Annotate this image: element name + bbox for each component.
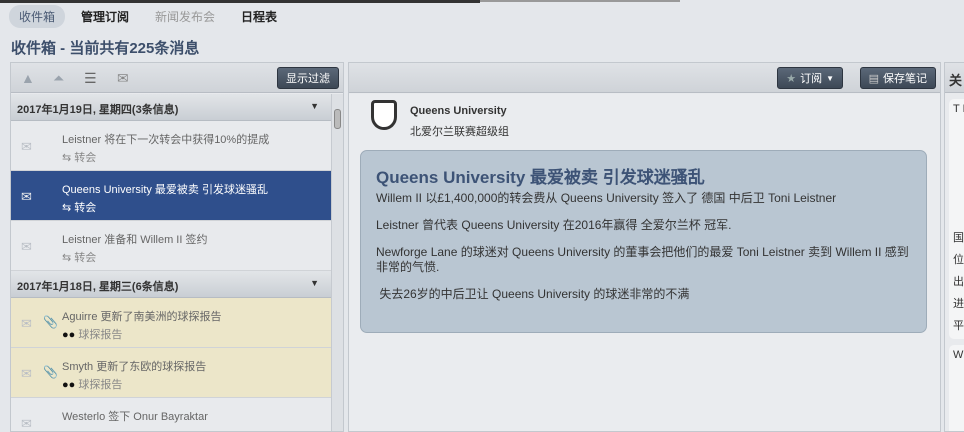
list-item[interactable]: ✉ Leistner 将在下一次转会中获得10%的提成 ⇆ 转会 [11,121,333,171]
subscribe-button[interactable]: ★ 订阅 ▼ [777,67,843,89]
info-label: 平 [953,320,964,332]
date-group-label: 2017年1月18日, 星期三(6条信息) [17,281,179,293]
double-arrow-up-icon[interactable]: ⏶ [53,70,64,87]
item-subject: Leistner 准备和 Willem II 签约 [62,234,208,246]
related-title: 关 [949,73,963,88]
transfer-icon: ⇆ [62,152,75,164]
league-name[interactable]: 北爱尔兰联赛超级组 [410,123,509,139]
item-category: ⇆ 转会 [62,152,97,164]
message-toolbar: ★ 订阅 ▼ ▤ 保存笔记 [349,63,940,93]
date-group-header[interactable]: 2017年1月19日, 星期四(3条信息) ▼ [11,94,333,121]
binoculars-icon: ●● [62,379,79,391]
item-category: ●● 球探报告 [62,379,123,391]
list-item[interactable]: ✉ 📎 Smyth 更新了东欧的球探报告 ●● 球探报告 [11,348,333,398]
item-category: ⇆ 转会 [62,252,97,264]
player-name: T L [953,103,964,115]
item-category: ⇆ 转会 [62,202,97,214]
collapse-arrow-icon[interactable]: ▼ [310,278,319,288]
list-item-selected[interactable]: ✉ Queens University 最爱被卖 引发球迷骚乱 ⇆ 转会 [11,171,333,221]
info-label: 出 [953,276,964,288]
news-paragraph: 失去26岁的中后卫让 Queens University 的球迷非常的不满 [376,287,690,301]
chevron-down-icon: ▼ [826,73,834,83]
news-paragraph: Newforge Lane 的球迷对 Queens University 的董事… [376,245,909,274]
date-group-label: 2017年1月19日, 星期四(3条信息) [17,104,179,116]
message-view-panel: ★ 订阅 ▼ ▤ 保存笔记 Queens University 北爱尔兰联赛超级组 Q… [348,62,941,432]
show-filter-button[interactable]: 显示过滤 [277,67,339,89]
star-icon: ★ [786,72,797,85]
binoculars-icon: ●● [62,329,79,341]
save-note-button[interactable]: ▤ 保存笔记 [859,67,936,89]
tab-inbox[interactable]: 收件箱 [9,5,66,28]
message-body: Queens University 北爱尔兰联赛超级组 Queens Unive… [349,94,940,431]
transfer-icon: ⇆ [62,252,75,264]
related-player-card[interactable]: T L 国 位 出 进 平 [949,99,964,339]
related-header: 关 [945,63,964,93]
top-bar-secondary [480,0,680,2]
tab-press-conference[interactable]: 新闻发布会 [145,5,225,28]
transfer-icon: ⇆ [62,202,75,214]
info-label: 位 [953,254,964,266]
club-name: Wi [953,349,964,361]
envelope-open-icon: ✉ [21,139,32,154]
collapse-arrow-icon[interactable]: ▼ [310,101,319,111]
item-subject: Westerlo 签下 Onur Bayraktar [62,411,208,423]
scrollbar-thumb[interactable] [334,109,341,129]
news-paragraph: Willem II 以£1,400,000的转会费从 Queens Univer… [376,191,837,205]
info-label: 进 [953,298,964,310]
news-headline: Queens University 最爱被卖 引发球迷骚乱 [376,168,705,187]
club-name[interactable]: Queens University [410,105,507,117]
item-subject: Queens University 最爱被卖 引发球迷骚乱 [62,184,268,196]
tab-bar: 收件箱 管理订阅 新闻发布会 日程表 [9,5,287,28]
related-club-card[interactable]: Wi [949,345,964,431]
message-list: 2017年1月19日, 星期四(3条信息) ▼ ✉ Leistner 将在下一次转会… [11,94,333,431]
item-subject: Smyth 更新了东欧的球探报告 [62,361,207,373]
arrow-up-icon[interactable]: ▲ [21,70,35,86]
envelope-open-icon: ✉ [21,239,32,254]
envelope-open-icon: ✉ [21,316,32,331]
item-category: ●● 球探报告 [62,329,123,341]
item-subject: Aguirre 更新了南美洲的球探报告 [62,311,222,323]
related-panel: 关 T L 国 位 出 进 平 Wi [944,62,964,432]
tab-schedule[interactable]: 日程表 [231,5,287,28]
list-item[interactable]: ✉ Westerlo 签下 Onur Bayraktar [11,398,333,431]
top-bar [0,0,480,3]
list-item[interactable]: ✉ 📎 Aguirre 更新了南美洲的球探报告 ●● 球探报告 [11,298,333,348]
attachment-icon: 📎 [43,315,58,329]
message-list-panel: ▲ ⏶ ☰ ✉ 显示过滤 2017年1月19日, 星期四(3条信息) ▼ ✉ Lei… [10,62,344,432]
info-label: 国 [953,232,964,244]
envelope-open-icon: ✉ [21,366,32,381]
list-toolbar: ▲ ⏶ ☰ ✉ 显示过滤 [11,63,343,93]
club-crest-icon [371,100,397,130]
attachment-icon: 📎 [43,365,58,379]
tab-manage-subscriptions[interactable]: 管理订阅 [71,5,139,28]
select-all-icon[interactable]: ☰ [84,70,97,87]
news-bubble: Queens University 最爱被卖 引发球迷骚乱 Willem II … [360,150,927,333]
news-paragraph: Leistner 曾代表 Queens University 在2016年赢得 … [376,218,732,232]
envelope-open-icon: ✉ [21,189,32,204]
note-icon: ▤ [868,72,879,85]
scrollbar[interactable] [331,94,343,431]
item-subject: Leistner 将在下一次转会中获得10%的提成 [62,134,270,146]
list-item[interactable]: ✉ Leistner 准备和 Willem II 签约 ⇆ 转会 [11,221,333,271]
date-group-header[interactable]: 2017年1月18日, 星期三(6条信息) ▼ [11,271,333,298]
mail-icon[interactable]: ✉ [117,70,129,87]
page-title: 收件箱 - 当前共有225条消息 [11,40,200,57]
